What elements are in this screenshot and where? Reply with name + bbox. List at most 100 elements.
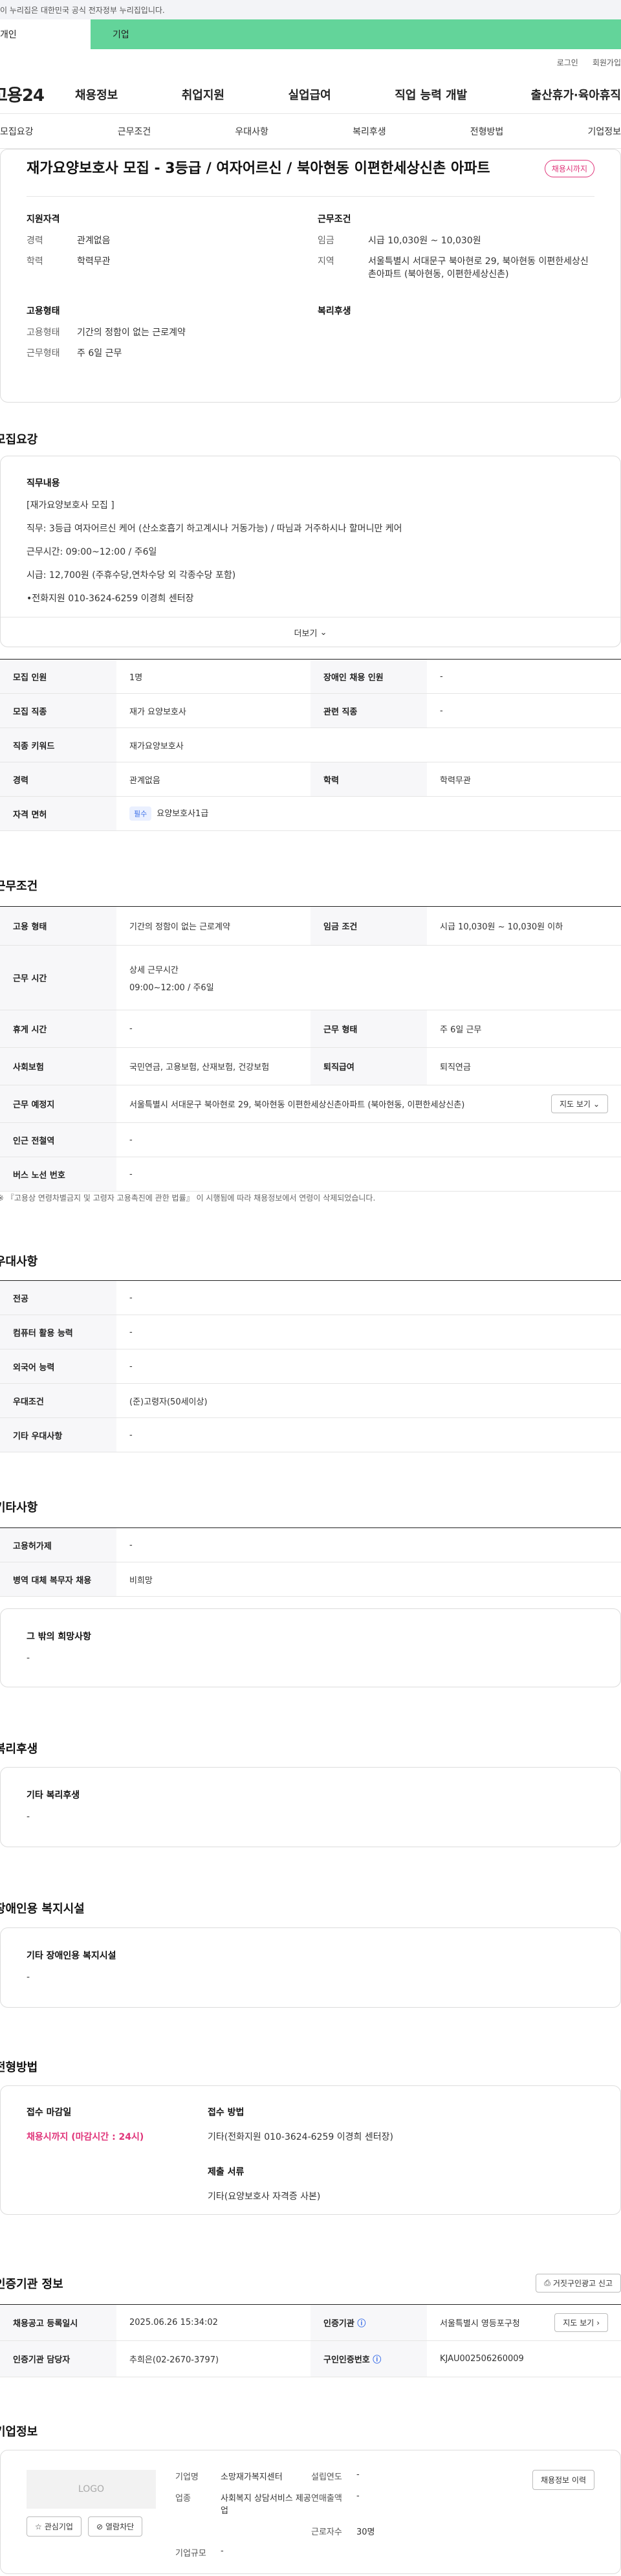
- career-value: 관계없음: [77, 236, 111, 246]
- docs-label: 제출 서류: [208, 2167, 245, 2177]
- cert-map-button[interactable]: 지도 보기 ›: [554, 2313, 608, 2332]
- cell-value: 추희은(02-2670-3797): [116, 2340, 310, 2377]
- anchor-recruit[interactable]: 모집요강: [0, 125, 34, 138]
- cell-value: 1명: [116, 659, 310, 694]
- table-row: 전공 -: [0, 1280, 621, 1315]
- tab-corp[interactable]: 기업: [91, 19, 621, 49]
- cinfo-label: 근로자수: [311, 2527, 342, 2537]
- cell-value: 상세 근무시간 09:00~12:00 / 주6일: [116, 945, 621, 1010]
- welfare-box: 기타 복리후생 -: [0, 1767, 621, 1847]
- gnb-vocational-training[interactable]: 직업 능력 개발: [395, 86, 467, 103]
- wtype-value: 주 6일 근무: [77, 348, 122, 359]
- job-desc-line: 시급: 12,700원 (주휴수당,연차수당 외 각종수당 포함): [27, 570, 236, 581]
- table-row: 근무 시간 상세 근무시간 09:00~12:00 / 주6일: [0, 945, 621, 1010]
- work-heading: 근무조건: [0, 880, 38, 893]
- gnb-jobs[interactable]: 채용정보: [75, 86, 118, 103]
- cell-label: 외국어 능력: [0, 1349, 116, 1384]
- table-row: 버스 노선 번호 -: [0, 1157, 621, 1192]
- company-employees: 30명: [356, 2527, 375, 2537]
- anchor-welfare[interactable]: 복리후생: [353, 125, 386, 138]
- job-desc-line: 직무: 3등급 여자어르신 케어 (산소호흡기 하고계시나 거동가능) / 따님…: [27, 524, 402, 534]
- welfare-box-heading: 기타 복리후생: [27, 1790, 80, 1801]
- company-logo: LOGO: [27, 2470, 156, 2509]
- more-button[interactable]: 더보기 ⌄: [1, 617, 620, 647]
- site-logo[interactable]: 고용24: [0, 82, 75, 106]
- cond-heading: 근무조건: [318, 214, 351, 225]
- report-button[interactable]: ⎙ 거짓구인광고 신고: [536, 2274, 621, 2293]
- anchor-work[interactable]: 근무조건: [118, 125, 151, 138]
- cell-label: 관련 직종: [310, 693, 427, 728]
- company-industry: 사회복지 상담서비스 제공업: [221, 2494, 311, 2516]
- cell-value: 2025.06.26 15:34:02: [116, 2304, 310, 2341]
- anchor-pref[interactable]: 우대사항: [235, 125, 268, 138]
- deadline-badge: 채용시까지: [544, 160, 594, 177]
- table-row: 우대조건 (준)고령자(50세이상): [0, 1383, 621, 1418]
- gov-banner: 이 누리집은 대한민국 공식 전자정부 누리집입니다.: [0, 0, 621, 19]
- table-row: 직종 키워드 재가요양보호사: [0, 727, 621, 762]
- anchor-method[interactable]: 전형방법: [470, 125, 504, 138]
- tab-person[interactable]: 개인: [0, 19, 91, 49]
- login-link[interactable]: 로그인: [557, 57, 578, 68]
- cert-heading: 인증기관 정보: [0, 2278, 63, 2291]
- how-label: 접수 방법: [208, 2107, 245, 2118]
- job-description-box: 직무내용 [재가요양보호사 모집 ] 직무: 3등급 여자어르신 케어 (산소호…: [0, 456, 621, 647]
- cell-value: 재가 요양보호사: [116, 693, 310, 728]
- cell-label: 인증기관 ⓘ: [310, 2304, 427, 2341]
- cell-label: 휴게 시간: [0, 1010, 116, 1048]
- favorite-button[interactable]: ☆ 관심기업: [27, 2516, 82, 2537]
- wage-value: 시급 10,030원 ~ 10,030원: [368, 236, 481, 246]
- cell-label: 컴퓨터 활용 능력: [0, 1315, 116, 1349]
- cell-value: 주 6일 근무: [427, 1010, 621, 1048]
- cell-label: 인근 전철역: [0, 1122, 116, 1157]
- emp-heading: 고용형태: [27, 306, 60, 316]
- method-heading: 전형방법: [0, 2061, 38, 2074]
- cell-value: -: [116, 1122, 621, 1157]
- table-row: 경력 관계없음 학력 학력무관: [0, 762, 621, 797]
- more-label: 더보기: [294, 629, 318, 639]
- cell-value: (준)고령자(50세이상): [116, 1383, 621, 1418]
- cell-label: 구인인증번호 ⓘ: [310, 2340, 427, 2377]
- table-row: 모집 인원 1명 장애인 채용 인원 -: [0, 659, 621, 694]
- table-row: 컴퓨터 활용 능력 -: [0, 1315, 621, 1349]
- cell-label: 자격 면허: [0, 796, 116, 831]
- work-table: 고용 형태 기간의 정함이 없는 근로계약 임금 조건 시급 10,030원 ~ 10…: [0, 906, 621, 1192]
- join-link[interactable]: 회원가입: [593, 57, 621, 68]
- info-icon[interactable]: ⓘ: [373, 2355, 381, 2365]
- cell-label: 임금 조건: [310, 906, 427, 946]
- cell-label: 전공: [0, 1280, 116, 1315]
- etc-hope-box: 그 밖의 희망사항 -: [0, 1608, 621, 1687]
- history-button[interactable]: 채용정보 이력: [532, 2470, 594, 2490]
- chevron-down-icon: ⌄: [320, 628, 327, 638]
- gnb-unemployment-benefit[interactable]: 실업급여: [289, 86, 331, 103]
- pref-table: 전공 - 컴퓨터 활용 능력 - 외국어 능력 - 우대조건 (준)고령자(50세이상)…: [0, 1280, 621, 1452]
- cert-map-label: 지도 보기: [563, 2318, 594, 2327]
- info-icon[interactable]: ⓘ: [357, 2319, 365, 2329]
- cell-label: 장애인 채용 인원: [310, 659, 427, 694]
- gnb-parental-leave[interactable]: 출산휴가·육아휴직: [531, 86, 621, 103]
- job-desc-heading: 직무내용: [27, 478, 60, 489]
- map-button[interactable]: 지도 보기 ⌄: [550, 1094, 608, 1113]
- utility-links: 로그인 회원가입: [0, 49, 621, 75]
- anchor-company[interactable]: 기업정보: [587, 125, 621, 138]
- block-icon: ⊘: [96, 2522, 103, 2531]
- cell-label: 경력: [0, 762, 116, 797]
- wtype-label: 근무형태: [27, 348, 60, 359]
- table-row: 채용공고 등록일시 2025.06.26 15:34:02 인증기관 ⓘ 서울특별시 …: [0, 2304, 621, 2341]
- cell-label: 직종 키워드: [0, 727, 116, 762]
- table-row: 인근 전철역 -: [0, 1122, 621, 1157]
- block-button[interactable]: ⊘ 열람차단: [87, 2516, 143, 2537]
- cell-value: 필수 요양보호사1급: [116, 796, 621, 831]
- cinfo-label: 기업명: [175, 2472, 199, 2482]
- disabled-heading: 장애인용 복지시설: [0, 1902, 85, 1916]
- etc-table: 고용허가제 - 병역 대체 복무자 채용 비희망: [0, 1527, 621, 1597]
- company-size: -: [221, 2546, 224, 2556]
- welfare-block: 복리후생: [318, 304, 594, 368]
- gnb-employment-support[interactable]: 취업지원: [182, 86, 224, 103]
- org-label: 인증기관: [323, 2319, 354, 2329]
- pref-heading: 우대사항: [0, 1255, 38, 1269]
- table-row: 병역 대체 복무자 채용 비희망: [0, 1562, 621, 1597]
- cell-label: 고용허가제: [0, 1527, 116, 1562]
- required-badge: 필수: [129, 806, 152, 821]
- cell-value: 퇴직연금: [427, 1047, 621, 1085]
- cell-label: 퇴직급여: [310, 1047, 427, 1085]
